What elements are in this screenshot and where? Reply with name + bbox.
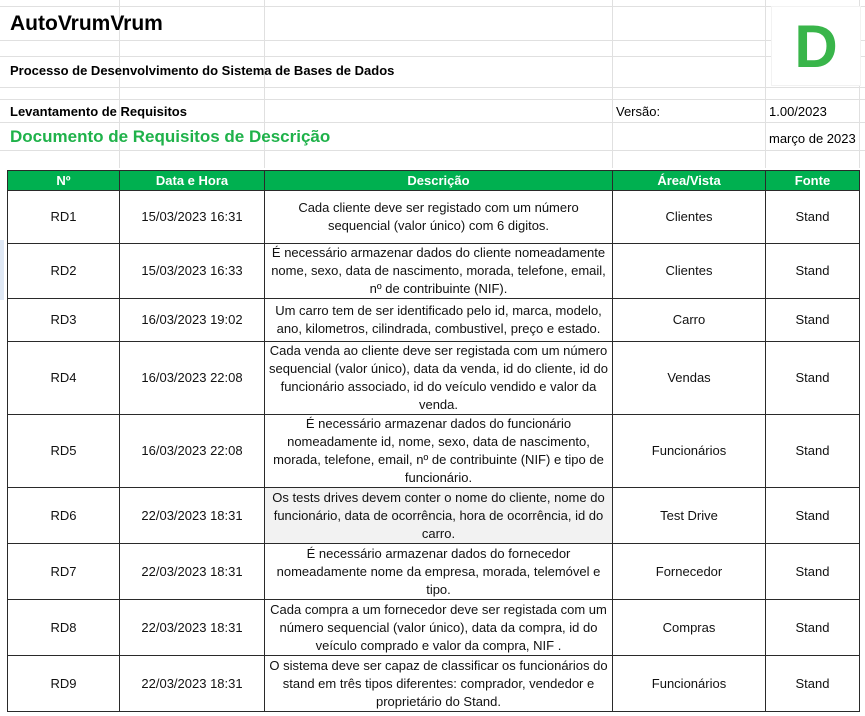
cell-number[interactable]: RD2 [7,243,120,299]
process-subtitle: Processo de Desenvolvimento do Sistema d… [10,63,395,78]
version-label: Versão: [616,104,661,119]
section-heading: Levantamento de Requisitos [10,104,187,119]
cell-number[interactable]: RD8 [7,599,120,656]
cell-number[interactable]: RD4 [7,341,120,415]
cell-datetime[interactable]: 22/03/2023 18:31 [119,655,265,712]
table-row: RD3 16/03/2023 19:02 Um carro tem de ser… [7,298,860,342]
cell-datetime[interactable]: 22/03/2023 18:31 [119,487,265,544]
cell-source[interactable]: Stand [765,341,860,415]
cell-area[interactable]: Funcionários [612,414,766,488]
column-header-source[interactable]: Fonte [765,170,860,191]
cell-datetime[interactable]: 22/03/2023 18:31 [119,543,265,600]
document-date: março de 2023 [769,131,856,146]
cell-source[interactable]: Stand [765,599,860,656]
cell-number[interactable]: RD5 [7,414,120,488]
cell-source[interactable]: Stand [765,487,860,544]
cell-number[interactable]: RD6 [7,487,120,544]
cell-area[interactable]: Test Drive [612,487,766,544]
cell-area[interactable]: Vendas [612,341,766,415]
cell-description[interactable]: Cada cliente deve ser registado com um n… [264,190,613,244]
cell-area[interactable]: Compras [612,599,766,656]
cell-number[interactable]: RD1 [7,190,120,244]
cell-source[interactable]: Stand [765,414,860,488]
row-selection-marker [0,240,4,300]
column-header-datetime[interactable]: Data e Hora [119,170,265,191]
column-header-description[interactable]: Descrição [264,170,613,191]
table-row: RD1 15/03/2023 16:31 Cada cliente deve s… [7,190,860,244]
cell-source[interactable]: Stand [765,190,860,244]
cell-datetime[interactable]: 15/03/2023 16:33 [119,243,265,299]
cell-area[interactable]: Funcionários [612,655,766,712]
table-row: RD9 22/03/2023 18:31 O sistema deve ser … [7,655,860,712]
table-row: RD2 15/03/2023 16:33 É necessário armaze… [7,243,860,299]
cell-area[interactable]: Clientes [612,190,766,244]
cell-description[interactable]: É necessário armazenar dados do funcioná… [264,414,613,488]
logo: D [771,6,861,86]
cell-number[interactable]: RD9 [7,655,120,712]
cell-datetime[interactable]: 16/03/2023 22:08 [119,341,265,415]
cell-description[interactable]: É necessário armazenar dados do cliente … [264,243,613,299]
table-row: RD4 16/03/2023 22:08 Cada venda ao clien… [7,341,860,415]
cell-area[interactable]: Fornecedor [612,543,766,600]
cell-source[interactable]: Stand [765,655,860,712]
column-header-area[interactable]: Área/Vista [612,170,766,191]
cell-datetime[interactable]: 16/03/2023 22:08 [119,414,265,488]
cell-datetime[interactable]: 15/03/2023 16:31 [119,190,265,244]
table-row: RD5 16/03/2023 22:08 É necessário armaze… [7,414,860,488]
table-row: RD8 22/03/2023 18:31 Cada compra a um fo… [7,599,860,656]
cell-description[interactable]: É necessário armazenar dados do forneced… [264,543,613,600]
version-value: 1.00/2023 [769,104,827,119]
cell-description[interactable]: Um carro tem de ser identificado pelo id… [264,298,613,342]
cell-source[interactable]: Stand [765,543,860,600]
cell-description[interactable]: O sistema deve ser capaz de classificar … [264,655,613,712]
table-row: RD6 22/03/2023 18:31 Os tests drives dev… [7,487,860,544]
cell-area[interactable]: Clientes [612,243,766,299]
column-header-number[interactable]: Nº [7,170,120,191]
cell-number[interactable]: RD7 [7,543,120,600]
table-row: RD7 22/03/2023 18:31 É necessário armaze… [7,543,860,600]
cell-datetime[interactable]: 22/03/2023 18:31 [119,599,265,656]
app-title: AutoVrumVrum [10,12,163,35]
cell-source[interactable]: Stand [765,298,860,342]
requirements-table: Nº Data e Hora Descrição Área/Vista Font… [7,170,860,712]
cell-description[interactable]: Cada venda ao cliente deve ser registada… [264,341,613,415]
document-title: Documento de Requisitos de Descrição [10,127,331,146]
cell-source[interactable]: Stand [765,243,860,299]
table-header-row: Nº Data e Hora Descrição Área/Vista Font… [7,170,860,191]
cell-number[interactable]: RD3 [7,298,120,342]
cell-area[interactable]: Carro [612,298,766,342]
logo-letter: D [794,12,838,80]
cell-description[interactable]: Cada compra a um fornecedor deve ser reg… [264,599,613,656]
cell-description[interactable]: Os tests drives devem conter o nome do c… [264,487,613,544]
cell-datetime[interactable]: 16/03/2023 19:02 [119,298,265,342]
